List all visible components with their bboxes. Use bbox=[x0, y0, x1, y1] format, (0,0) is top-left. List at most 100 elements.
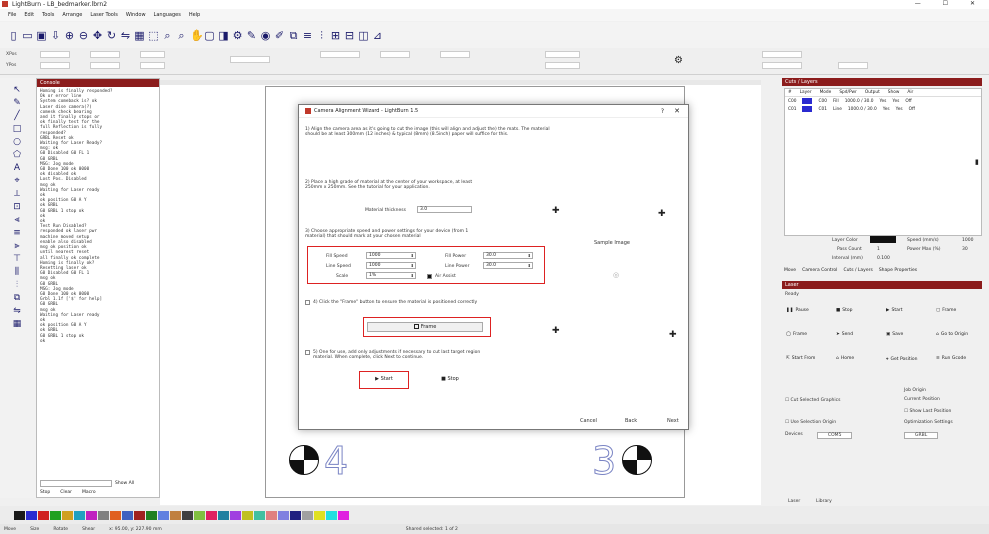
preview-icon[interactable]: ◨ bbox=[218, 30, 229, 41]
weld-icon[interactable]: ⊞ bbox=[330, 30, 341, 41]
select-icon[interactable]: ⬚ bbox=[148, 30, 159, 41]
group-tool-icon[interactable]: ⧉ bbox=[12, 294, 22, 303]
offset-icon[interactable]: ◫ bbox=[358, 30, 369, 41]
color-swatch[interactable] bbox=[338, 510, 349, 520]
color-swatch[interactable] bbox=[278, 510, 289, 520]
measure-icon[interactable]: ⊿ bbox=[372, 30, 383, 41]
step5-checkbox[interactable] bbox=[305, 350, 310, 355]
color-swatch[interactable] bbox=[170, 510, 181, 520]
pan-icon[interactable]: ✋ bbox=[190, 30, 204, 41]
size-status[interactable]: Size bbox=[30, 527, 39, 532]
frame-button[interactable]: Frame bbox=[367, 322, 483, 332]
cancel-button[interactable]: Cancel bbox=[580, 418, 597, 424]
ellipse-tool-icon[interactable]: ○ bbox=[12, 138, 22, 147]
new-file-icon[interactable]: ▯ bbox=[8, 30, 19, 41]
scale-input[interactable]: 1% ⬍ bbox=[366, 272, 416, 279]
power-value[interactable]: 30 bbox=[962, 247, 968, 252]
air-assist-checkbox[interactable] bbox=[427, 274, 432, 279]
cuts-row[interactable]: C01 C01 Line 1000.0 / 30.0 Yes Yes Off bbox=[785, 105, 981, 113]
color-swatch[interactable] bbox=[182, 510, 193, 520]
color-swatch[interactable] bbox=[206, 510, 217, 520]
open-icon[interactable]: ▭ bbox=[22, 30, 33, 41]
measure-tool-icon[interactable]: ⟂ bbox=[12, 190, 22, 199]
console-clear-button[interactable]: Clear bbox=[60, 490, 72, 495]
right-tab[interactable]: Shape Properties bbox=[879, 268, 917, 273]
right-tab[interactable]: Move bbox=[784, 268, 796, 273]
menu-item[interactable]: Laser Tools bbox=[90, 12, 118, 18]
font-field[interactable] bbox=[320, 51, 360, 58]
port-select[interactable]: COM5 bbox=[817, 432, 853, 439]
mirror-tool-icon[interactable]: ⇋ bbox=[12, 307, 22, 316]
laser-button[interactable]: ■ Stop bbox=[836, 308, 853, 313]
distribute-v-icon[interactable]: ⫶ bbox=[12, 281, 22, 290]
color-swatch[interactable] bbox=[110, 510, 121, 520]
laser-tab[interactable]: Laser bbox=[788, 499, 800, 504]
menu-item[interactable]: Edit bbox=[24, 12, 34, 18]
height-field[interactable] bbox=[90, 62, 120, 69]
console-macro-button[interactable]: Macro bbox=[82, 490, 96, 495]
distribute-icon[interactable]: ⫶ bbox=[316, 30, 327, 41]
fill-power-input[interactable]: 30.0 ⬍ bbox=[483, 252, 533, 259]
next-button[interactable]: Next bbox=[667, 418, 679, 424]
color-swatch[interactable] bbox=[326, 510, 337, 520]
line-power-input[interactable]: 30.0 ⬍ bbox=[483, 262, 533, 269]
color-swatch[interactable] bbox=[302, 510, 313, 520]
color-swatch[interactable] bbox=[98, 510, 109, 520]
right-tab[interactable]: Camera Control bbox=[802, 268, 837, 273]
color-swatch[interactable] bbox=[290, 510, 301, 520]
back-button[interactable]: Back bbox=[625, 418, 637, 424]
position-laser-icon[interactable]: ⌖ bbox=[12, 177, 22, 186]
start-from-value[interactable]: Current Position bbox=[904, 397, 940, 402]
align-right-icon[interactable]: ⫸ bbox=[12, 242, 22, 251]
laser-button[interactable]: ▢ Frame bbox=[936, 308, 956, 313]
zoom-all-icon[interactable]: ⌕ bbox=[176, 30, 187, 41]
color-swatch[interactable] bbox=[62, 510, 73, 520]
array-icon[interactable]: ▦ bbox=[134, 30, 145, 41]
laser-button[interactable]: ▣ Save bbox=[886, 332, 903, 337]
offset-field[interactable] bbox=[545, 51, 580, 58]
layer-color-swatch[interactable] bbox=[870, 236, 896, 243]
rotate-icon[interactable]: ↻ bbox=[106, 30, 117, 41]
edit-nodes-icon[interactable]: ✎ bbox=[12, 99, 22, 108]
text-tool-icon[interactable]: A bbox=[12, 164, 22, 173]
color-swatch[interactable] bbox=[38, 510, 49, 520]
step4-checkbox[interactable] bbox=[305, 300, 310, 305]
distribute-h-icon[interactable]: ⫼ bbox=[12, 268, 22, 277]
zoom-icon[interactable]: ⌕ bbox=[162, 30, 173, 41]
laser-button[interactable]: ❚❚ Pause bbox=[786, 308, 809, 313]
menu-item[interactable]: Languages bbox=[154, 12, 181, 18]
color-swatch[interactable] bbox=[50, 510, 61, 520]
color-swatch[interactable] bbox=[146, 510, 157, 520]
cuts-column-header[interactable]: Layer bbox=[800, 90, 812, 95]
select-tool-icon[interactable]: ↖ bbox=[12, 86, 22, 95]
cut-selected-checkbox[interactable]: ☐ Cut Selected Graphics bbox=[785, 398, 840, 403]
scale-h-field[interactable] bbox=[140, 62, 165, 69]
camera-icon[interactable]: ◉ bbox=[260, 30, 271, 41]
rect-tool-icon[interactable]: □ bbox=[12, 125, 22, 134]
cuts-column-header[interactable]: Mode bbox=[820, 90, 832, 95]
color-swatch[interactable] bbox=[86, 510, 97, 520]
color-swatch[interactable] bbox=[134, 510, 145, 520]
color-swatch[interactable] bbox=[230, 510, 241, 520]
laser-button[interactable]: ≡ Run Gcode bbox=[936, 356, 966, 361]
console-input[interactable] bbox=[40, 480, 112, 487]
show-last-position-checkbox[interactable]: ☐ Show Last Position bbox=[904, 409, 951, 414]
rotate-field[interactable] bbox=[230, 56, 270, 63]
color-swatch[interactable] bbox=[266, 510, 277, 520]
right-tab[interactable]: Cuts / Layers bbox=[843, 268, 872, 273]
speed-value[interactable]: 1000 bbox=[962, 238, 973, 243]
save-icon[interactable]: ▣ bbox=[36, 30, 47, 41]
offset-field-2[interactable] bbox=[545, 62, 580, 69]
distort-field[interactable] bbox=[838, 62, 868, 69]
weld-option[interactable] bbox=[762, 51, 802, 58]
cuts-column-header[interactable]: # bbox=[788, 90, 792, 95]
laser-button[interactable]: ◯ Frame bbox=[786, 332, 807, 337]
console-stop-button[interactable]: Stop bbox=[40, 490, 50, 495]
window-controls[interactable]: — ☐ ✕ bbox=[915, 0, 985, 7]
shear-status[interactable]: Shear bbox=[82, 527, 95, 532]
width-field[interactable] bbox=[90, 51, 120, 58]
line-speed-input[interactable]: 1000 ⬍ bbox=[366, 262, 416, 269]
align-icon[interactable]: ≡ bbox=[302, 30, 313, 41]
camera-icon[interactable]: ⚙ bbox=[674, 55, 683, 66]
color-swatch[interactable] bbox=[254, 510, 265, 520]
